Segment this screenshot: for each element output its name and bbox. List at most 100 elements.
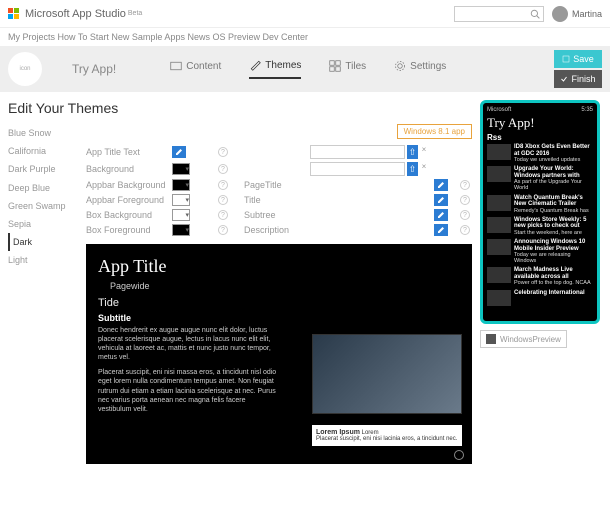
tab-tiles[interactable]: Tiles [329, 59, 366, 79]
preview-app-title: App Title [98, 256, 460, 277]
content-icon [170, 60, 182, 72]
finish-button[interactable]: Finish [554, 70, 602, 88]
microsoft-logo-icon [8, 8, 19, 19]
color-swatch[interactable] [172, 194, 190, 206]
prop-label: Box Background [86, 210, 166, 220]
prop-label: Box Foreground [86, 225, 166, 235]
preview-subtitle: Subtitle [98, 313, 460, 323]
windows-badge[interactable]: Windows 8.1 app [397, 124, 472, 139]
phone-feed-item[interactable]: Celebrating International [487, 290, 593, 306]
nav-news[interactable]: News [187, 32, 210, 42]
edit-button[interactable] [434, 194, 448, 206]
theme-list: Blue SnowCaliforniaDark PurpleDeep BlueG… [8, 124, 76, 270]
color-swatch[interactable] [172, 179, 190, 191]
phone-thumb [487, 239, 511, 255]
preview-footer-icon [454, 450, 464, 460]
preview-page-label: Pagewide [110, 281, 460, 291]
theme-item-blue-snow[interactable]: Blue Snow [8, 124, 76, 142]
help-icon[interactable]: ? [218, 225, 228, 235]
prop-label: Background [86, 164, 166, 174]
theme-item-light[interactable]: Light [8, 251, 76, 269]
tab-settings[interactable]: Settings [394, 59, 446, 79]
phone-feed-item[interactable]: Windows Store Weekly: 5 new picks to che… [487, 217, 593, 236]
preview-card: Lorem Ipsum Lorem Placerat suscipit, eni… [312, 425, 462, 446]
gear-icon [394, 60, 406, 72]
prop-label: App Title Text [86, 147, 166, 157]
theme-item-deep-blue[interactable]: Deep Blue [8, 179, 76, 197]
save-button[interactable]: Save [554, 50, 602, 68]
preview-tide: Tide [98, 297, 460, 309]
phone-thumb [487, 166, 511, 182]
help-icon[interactable]: ? [218, 195, 228, 205]
preview-body2: Placerat suscipit, eni nisi massa eros, … [98, 368, 278, 413]
phone-carrier: Microsoft [487, 107, 511, 113]
help-icon[interactable]: ? [218, 164, 228, 174]
avatar[interactable] [552, 6, 568, 22]
prop-label: Appbar Foreground [86, 195, 166, 205]
upload-input[interactable] [310, 145, 405, 159]
tab-themes[interactable]: Themes [249, 59, 301, 79]
color-swatch[interactable] [172, 224, 190, 236]
nav-dev-center[interactable]: Dev Center [263, 32, 309, 42]
app-chip-icon: icon [8, 52, 42, 86]
page-title: Edit Your Themes [8, 100, 472, 116]
edit-button[interactable] [172, 146, 186, 158]
phone-section: Rss [487, 133, 593, 142]
theme-item-dark[interactable]: Dark [8, 233, 76, 251]
tab-content[interactable]: Content [170, 59, 221, 79]
breadcrumb: My Projects How To Start New Sample Apps… [0, 28, 610, 46]
windows-preview-button[interactable]: WindowsPreview [480, 330, 567, 348]
color-swatch[interactable] [172, 209, 190, 221]
upload-input[interactable] [310, 162, 405, 176]
help-icon[interactable]: ? [460, 195, 470, 205]
theme-item-sepia[interactable]: Sepia [8, 215, 76, 233]
prop-label: Description [244, 225, 304, 235]
theme-item-california[interactable]: California [8, 142, 76, 160]
help-icon[interactable]: ? [460, 225, 470, 235]
upload-button[interactable]: ⇧ [407, 145, 418, 159]
nav-my-projects[interactable]: My Projects [8, 32, 55, 42]
prop-label: Appbar Background [86, 180, 166, 190]
phone-thumb [487, 267, 511, 283]
app-name-label: Try App! [72, 62, 116, 76]
theme-preview: App Title Pagewide Tide Subtitle Donec h… [86, 244, 472, 464]
windows-icon [486, 334, 496, 344]
upload-button[interactable]: ⇧ [407, 162, 418, 176]
preview-body1: Donec hendrerit ex augue augue nunc elit… [98, 326, 278, 362]
save-icon [562, 55, 570, 63]
help-icon[interactable]: ? [218, 210, 228, 220]
phone-feed-item[interactable]: Upgrade Your World: Windows partners wit… [487, 166, 593, 191]
check-icon [560, 75, 568, 83]
prop-label: PageTitle [244, 180, 304, 190]
phone-feed-item[interactable]: ID8 Xbox Gets Even Better at GDC 2016Tod… [487, 144, 593, 163]
help-icon[interactable]: ? [460, 180, 470, 190]
phone-thumb [487, 217, 511, 233]
phone-thumb [487, 290, 511, 306]
search-input[interactable] [454, 6, 544, 22]
clear-button[interactable]: × [420, 145, 428, 159]
clear-button[interactable]: × [420, 162, 428, 176]
color-swatch[interactable] [172, 163, 190, 175]
help-icon[interactable]: ? [218, 147, 228, 157]
nav-how-to[interactable]: How To Start [58, 32, 109, 42]
phone-preview: Microsoft 5:35 Try App! Rss ID8 Xbox Get… [480, 100, 600, 324]
edit-button[interactable] [434, 209, 448, 221]
phone-thumb [487, 195, 511, 211]
nav-os-preview[interactable]: OS Preview [213, 32, 261, 42]
username-label: Martina [572, 9, 602, 19]
help-icon[interactable]: ? [460, 210, 470, 220]
help-icon[interactable]: ? [218, 180, 228, 190]
theme-item-dark-purple[interactable]: Dark Purple [8, 160, 76, 178]
phone-feed-item[interactable]: March Madness Live available across allP… [487, 267, 593, 286]
theme-item-green-swamp[interactable]: Green Swamp [8, 197, 76, 215]
phone-feed-item[interactable]: Announcing Windows 10 Mobile Insider Pre… [487, 239, 593, 264]
tiles-icon [329, 60, 341, 72]
prop-label: Subtree [244, 210, 304, 220]
themes-icon [249, 59, 261, 71]
nav-sample-apps[interactable]: New Sample Apps [111, 32, 185, 42]
edit-button[interactable] [434, 224, 448, 236]
edit-button[interactable] [434, 179, 448, 191]
preview-image [312, 334, 462, 414]
phone-feed-item[interactable]: Watch Quantum Break's New Cinematic Trai… [487, 195, 593, 214]
phone-thumb [487, 144, 511, 160]
